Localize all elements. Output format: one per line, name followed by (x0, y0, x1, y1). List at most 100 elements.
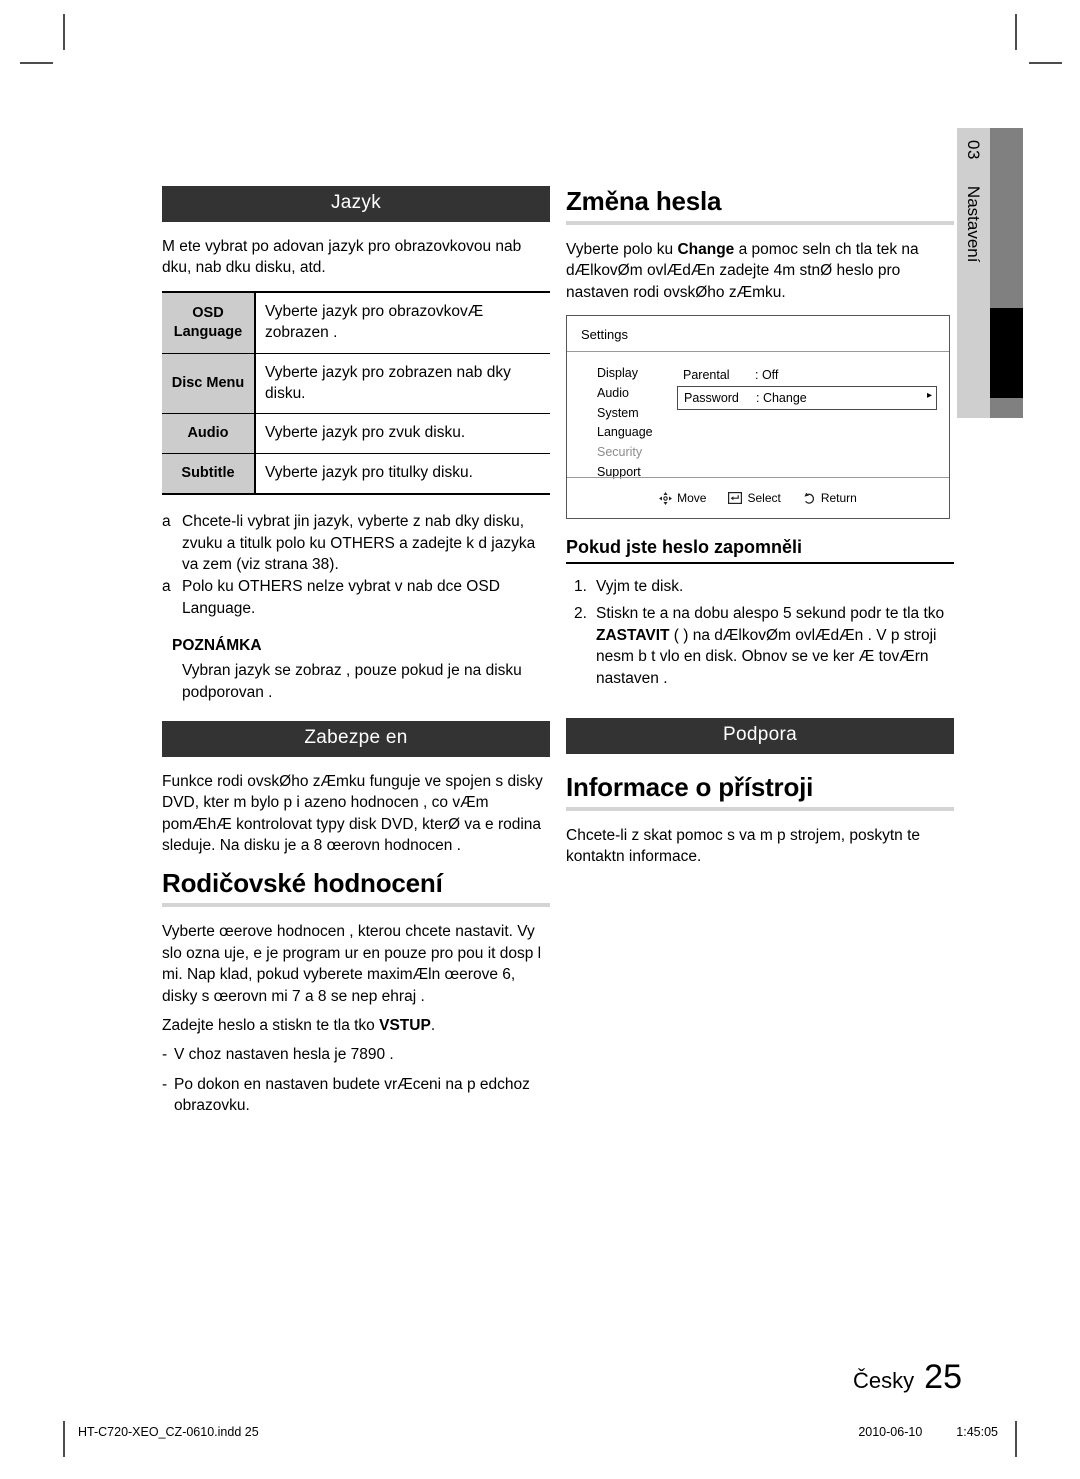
chapter-label: Nastavení (964, 185, 984, 263)
paragraph-bold-text: Change (677, 241, 735, 258)
dash-text: V choz nastaven hesla je 7890 . (174, 1046, 394, 1064)
table-cell-key: OSD Language (162, 290, 256, 354)
osd-hint-return: Return (803, 491, 857, 505)
page-heading-zmena-hesla: Změna hesla (566, 186, 722, 216)
bullet-marker-icon: a (162, 578, 171, 596)
osd-hint-select: Select (728, 491, 781, 506)
heading-rule (566, 806, 954, 811)
podpora-paragraph: Chcete-li z skat pomoc s va m p strojem,… (566, 826, 921, 865)
osd-setting-arrow-icon (917, 365, 933, 385)
osd-menu-item-system[interactable]: System (597, 404, 677, 424)
osd-body: Display Audio System Language Security S… (567, 352, 949, 480)
step-text: Stiskn te a na dobu alespo 5 sekund podr… (596, 603, 954, 690)
paragraph-bold-text: VSTUP (379, 1016, 431, 1034)
crop-mark-top-left-horizontal (20, 62, 53, 64)
manual-page: 03 Nastavení Jazyk M ete vybrat po adova… (0, 0, 1080, 1479)
return-arrow-icon (804, 492, 814, 504)
bullet-marker-icon: a (162, 513, 171, 531)
imprint-time: 1:45:05 (956, 1425, 998, 1439)
osd-hint-label: Return (820, 491, 857, 506)
crop-mark-top-left-vertical (63, 14, 65, 50)
sub-heading-pokud-jste-heslo-zapomneli: Pokud jste heslo zapomněli (566, 537, 803, 558)
dash-text: Po dokon en nastaven budete vrÆceni na p… (174, 1075, 530, 1115)
paragraph-pre-text: Vyberte polo ku (566, 241, 678, 258)
table-cell-key: Subtitle (162, 453, 256, 496)
heading-rule (162, 903, 550, 908)
osd-menu-item-language[interactable]: Language (597, 423, 677, 443)
osd-hint-move: Move (659, 491, 706, 505)
osd-menu-list: Display Audio System Language Security S… (567, 364, 677, 480)
table-row: Audio Vyberte jazyk pro zvuk disku. (162, 413, 550, 454)
folio-language: Česky (853, 1368, 915, 1393)
osd-title: Settings (567, 316, 949, 353)
table-cell-value: Vyberte jazyk pro obrazovkovÆ zobrazen . (255, 290, 550, 354)
heading-rule (566, 221, 954, 225)
osd-setting-row-parental[interactable]: Parental : Off (677, 364, 937, 386)
table-row: Subtitle Vyberte jazyk pro titulky disku… (162, 453, 550, 496)
table-cell-value: Vyberte jazyk pro titulky disku. (255, 453, 550, 496)
crop-mark-top-right-vertical (1015, 14, 1017, 50)
table-row: OSD Language Vyberte jazyk pro obrazovkov… (162, 290, 550, 354)
note-title: POZNÁMKA (172, 637, 262, 655)
step-pre-text: Stiskn te a na dobu alespo 5 sekund podr… (596, 604, 945, 622)
note-body: Vybran jazyk se zobraz , pouze pokud je … (182, 662, 522, 701)
dash-marker-icon: - (162, 1075, 168, 1093)
chapter-tab-markers (990, 128, 1023, 418)
osd-menu-item-display[interactable]: Display (597, 364, 677, 384)
osd-footer-hints: Move Select Return (567, 477, 949, 518)
table-cell-value: Vyberte jazyk pro zvuk disku. (255, 413, 550, 454)
folio: Česky 25 (0, 1358, 962, 1397)
language-options-table: OSD Language Vyberte jazyk pro obrazovkov… (162, 290, 550, 496)
osd-settings-list: Parental : Off Password : Change ▸ (677, 364, 949, 480)
tab-marker-black (990, 308, 1023, 398)
list-item: a Chcete-li vybrat jin jazyk, vyberte z … (162, 511, 550, 575)
list-item: 1. Vyjm te disk. (566, 576, 954, 598)
osd-setting-name: Password (684, 391, 739, 406)
section-bar-jazyk: Jazyk (162, 186, 550, 222)
list-item: - V choz nastaven hesla je 7890 . (162, 1044, 550, 1065)
osd-setting-value: : Change (756, 391, 807, 406)
table-cell-key: Audio (162, 413, 256, 454)
settings-osd-screenshot: Settings Display Audio System Language S… (566, 315, 950, 520)
list-item: a Polo ku OTHERS nelze vybrat v nab dce … (162, 576, 550, 619)
note-block: POZNÁMKA Vybran jazyk se zobraz , pouze … (172, 637, 550, 703)
crop-mark-bottom-right-vertical (1015, 1421, 1017, 1457)
bullet-text: Chcete-li vybrat jin jazyk, vyberte z na… (182, 513, 536, 574)
print-imprint: HT-C720-XEO_CZ-0610.indd 25 2010-06-10 1… (78, 1425, 998, 1439)
osd-menu-item-security[interactable]: Security (597, 443, 677, 463)
sub-heading-rule (566, 562, 954, 565)
page-heading-rodicovske-hodnoceni: Rodičovské hodnocení (162, 868, 443, 899)
page-heading-informace-o-pristroji: Informace o přístroji (566, 771, 814, 802)
step-bold-text: ZASTAVIT (596, 626, 670, 644)
table-cell-value: Vyberte jazyk pro zobrazen nab dky disku… (255, 352, 550, 414)
crop-mark-top-right-horizontal (1029, 62, 1062, 64)
list-item: - Po dokon en nastaven budete vrÆceni na… (162, 1074, 550, 1117)
jazyk-bullet-list: a Chcete-li vybrat jin jazyk, vyberte z … (162, 511, 550, 619)
right-column: Změna hesla Vyberte polo ku Change a pom… (566, 186, 954, 879)
forgot-password-steps: 1. Vyjm te disk. 2. Stiskn te a na dobu … (566, 576, 954, 689)
osd-setting-value: : Off (755, 368, 779, 383)
table-row: Disc Menu Vyberte jazyk pro zobrazen nab… (162, 352, 550, 414)
step-number: 1. (574, 578, 587, 596)
step-number: 2. (574, 604, 587, 622)
tab-marker-gray-upper (990, 128, 1023, 308)
rodicovske-paragraph-2: Zadejte heslo a stiskn te tla tko VSTUP. (162, 1015, 550, 1036)
osd-hint-label: Move (677, 491, 707, 506)
osd-menu-item-audio[interactable]: Audio (597, 384, 677, 404)
osd-hint-label: Select (747, 491, 781, 506)
table-cell-key: Disc Menu (162, 352, 256, 414)
chevron-right-icon: ▸ (926, 390, 932, 402)
zabezpeceni-intro: Funkce rodi ovskØho zÆmku funguje ve spo… (162, 772, 543, 855)
osd-setting-name: Parental (683, 368, 730, 383)
zmena-hesla-paragraph: Vyberte polo ku Change a pomoc seln ch t… (566, 239, 954, 303)
chapter-number: 03 (964, 140, 984, 160)
rodicovske-paragraph-1: Vyberte œerove hodnocen , kterou chcete … (162, 923, 542, 1005)
section-bar-zabezpeceni: Zabezpe en (162, 720, 550, 757)
enter-key-icon (728, 492, 743, 505)
list-item: 2. Stiskn te a na dobu alespo 5 sekund p… (566, 603, 954, 690)
step-text: Vyjm te disk. (596, 578, 684, 596)
osd-setting-row-password[interactable]: Password : Change ▸ (677, 386, 937, 411)
imprint-date: 2010-06-10 (858, 1425, 923, 1439)
imprint-filename: HT-C720-XEO_CZ-0610.indd 25 (78, 1425, 259, 1439)
paragraph-post-text: . (430, 1016, 436, 1034)
